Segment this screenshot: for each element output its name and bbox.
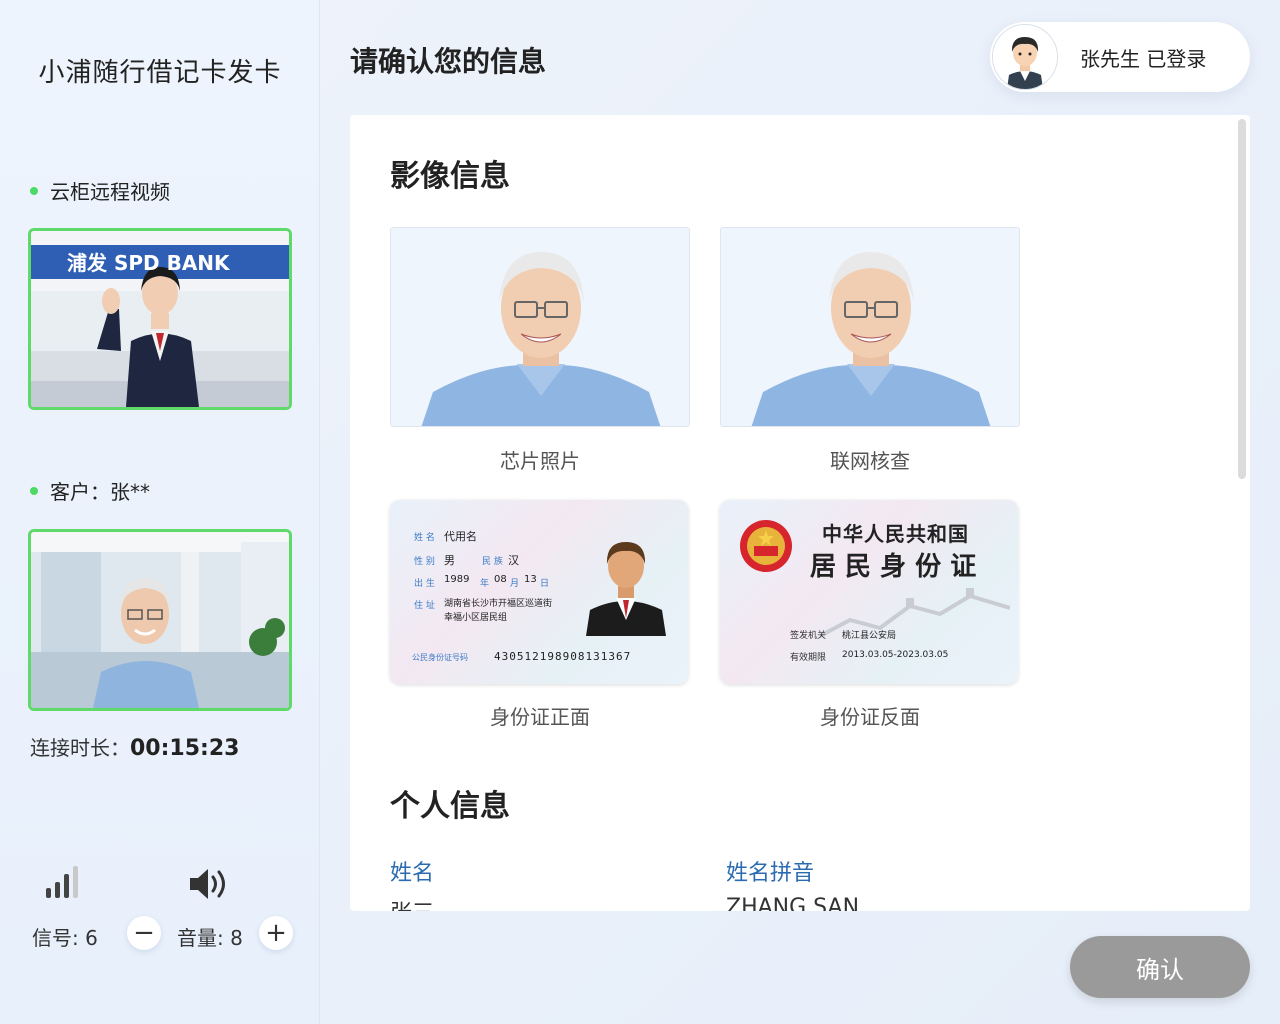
id-birth-day: 13 [524,574,537,585]
customer-video-feed[interactable] [28,529,292,711]
app-title: 小浦随行借记卡发卡 [38,58,282,88]
id-name-value: 代用名 [444,530,477,543]
id-address-label: 住 址 [414,601,435,611]
volume-label: 音量: 8 [177,926,243,950]
id-front-caption: 身份证正面 [490,705,590,729]
online-status-dot [30,186,38,195]
customer-status-dot [30,486,38,495]
id-year-char: 年 [480,579,490,589]
agent-section-label: 云柜远程视频 [30,176,170,205]
id-birth-year: 1989 [444,574,470,585]
plus-icon: + [265,918,287,948]
minus-icon: − [133,918,155,948]
bank-sign-text: 浦发 SPD BANK [67,251,230,275]
user-status-text: 张先生 已登录 [1080,46,1207,71]
chip-photo-caption: 芯片照片 [500,449,580,473]
agent-section-text: 云柜远程视频 [50,180,170,204]
volume-increase-button[interactable]: + [259,916,293,950]
speaker-icon [190,869,225,899]
id-address-line1: 湖南省长沙市开福区巡道街 [444,599,553,609]
id-name-label: 姓 名 [414,533,435,543]
online-verify-caption: 联网核查 [830,449,910,473]
id-address-line2: 幸福小区居民组 [444,613,508,623]
id-valid-value: 2013.03.05-2023.03.05 [842,650,949,660]
name-field-label: 姓名 [390,861,435,886]
id-issuer-value: 桃江县公安局 [842,631,897,641]
user-status-pill[interactable]: 张先生 已登录 [990,22,1250,92]
confirm-button[interactable]: 确认 [1070,936,1250,998]
customer-video-image [31,532,289,708]
id-birth-month: 08 [494,574,507,585]
info-panel[interactable]: 影像信息 芯片照片 联网核查 姓 名 代用名 性 别 男 民 族 汉 出 生 1… [350,115,1250,911]
pinyin-field-value: ZHANG SAN [726,895,860,911]
national-emblem-icon [740,520,792,572]
id-back-caption: 身份证反面 [820,705,920,729]
customer-section-text: 客户：张** [50,480,150,504]
id-valid-label: 有效期限 [790,653,827,663]
id-birth-label: 出 生 [414,579,435,589]
online-verify-photo-card[interactable] [720,227,1020,427]
duration-value: 00:15:23 [130,736,240,761]
id-card-front[interactable]: 姓 名 代用名 性 别 男 民 族 汉 出 生 1989 年 08 月 13 日… [390,500,688,684]
id-month-char: 月 [510,579,520,589]
online-verify-photo-image [721,228,1019,426]
id-issuer-label: 签发机关 [790,631,827,641]
customer-section-label: 客户：张** [30,476,150,505]
chip-photo-card[interactable] [390,227,690,427]
personal-section-title: 个人信息 [390,789,510,824]
panel-scrollbar[interactable] [1238,119,1246,479]
chip-photo-image [391,228,689,426]
id-number-value: 430512198908131367 [494,650,632,663]
id-back-title-line1: 中华人民共和国 [822,522,969,546]
id-day-char: 日 [540,579,550,589]
id-ethnic-value: 汉 [508,554,519,567]
signal-label: 信号: 6 [32,926,98,950]
id-sex-label: 性 别 [414,557,435,567]
name-field-value: 张三 [390,895,434,911]
image-section-title: 影像信息 [390,159,510,194]
user-avatar-icon [993,25,1057,89]
id-portrait-icon [586,542,666,636]
volume-decrease-button[interactable]: − [127,916,161,950]
id-card-back[interactable]: 中华人民共和国 居 民 身 份 证 签发机关 桃江县公安局 有效期限 2013.… [720,500,1018,684]
pinyin-field-label: 姓名拼音 [726,861,815,886]
sidebar: 小浦随行借记卡发卡 云柜远程视频 浦发 SPD BANK 客户：张** 连接时长… [0,0,320,1024]
id-ethnic-label: 民 族 [482,557,503,567]
page-title: 请确认您的信息 [350,45,547,78]
connection-duration: 连接时长：00:15:23 [30,732,239,761]
avatar [992,24,1058,90]
signal-strength-icon [46,866,78,898]
id-sex-value: 男 [444,554,455,567]
duration-label: 连接时长： [30,736,130,760]
id-number-label: 公民身份证号码 [412,653,468,662]
agent-video-feed[interactable]: 浦发 SPD BANK [28,228,292,410]
id-back-title-line2: 居 民 身 份 证 [810,552,977,582]
